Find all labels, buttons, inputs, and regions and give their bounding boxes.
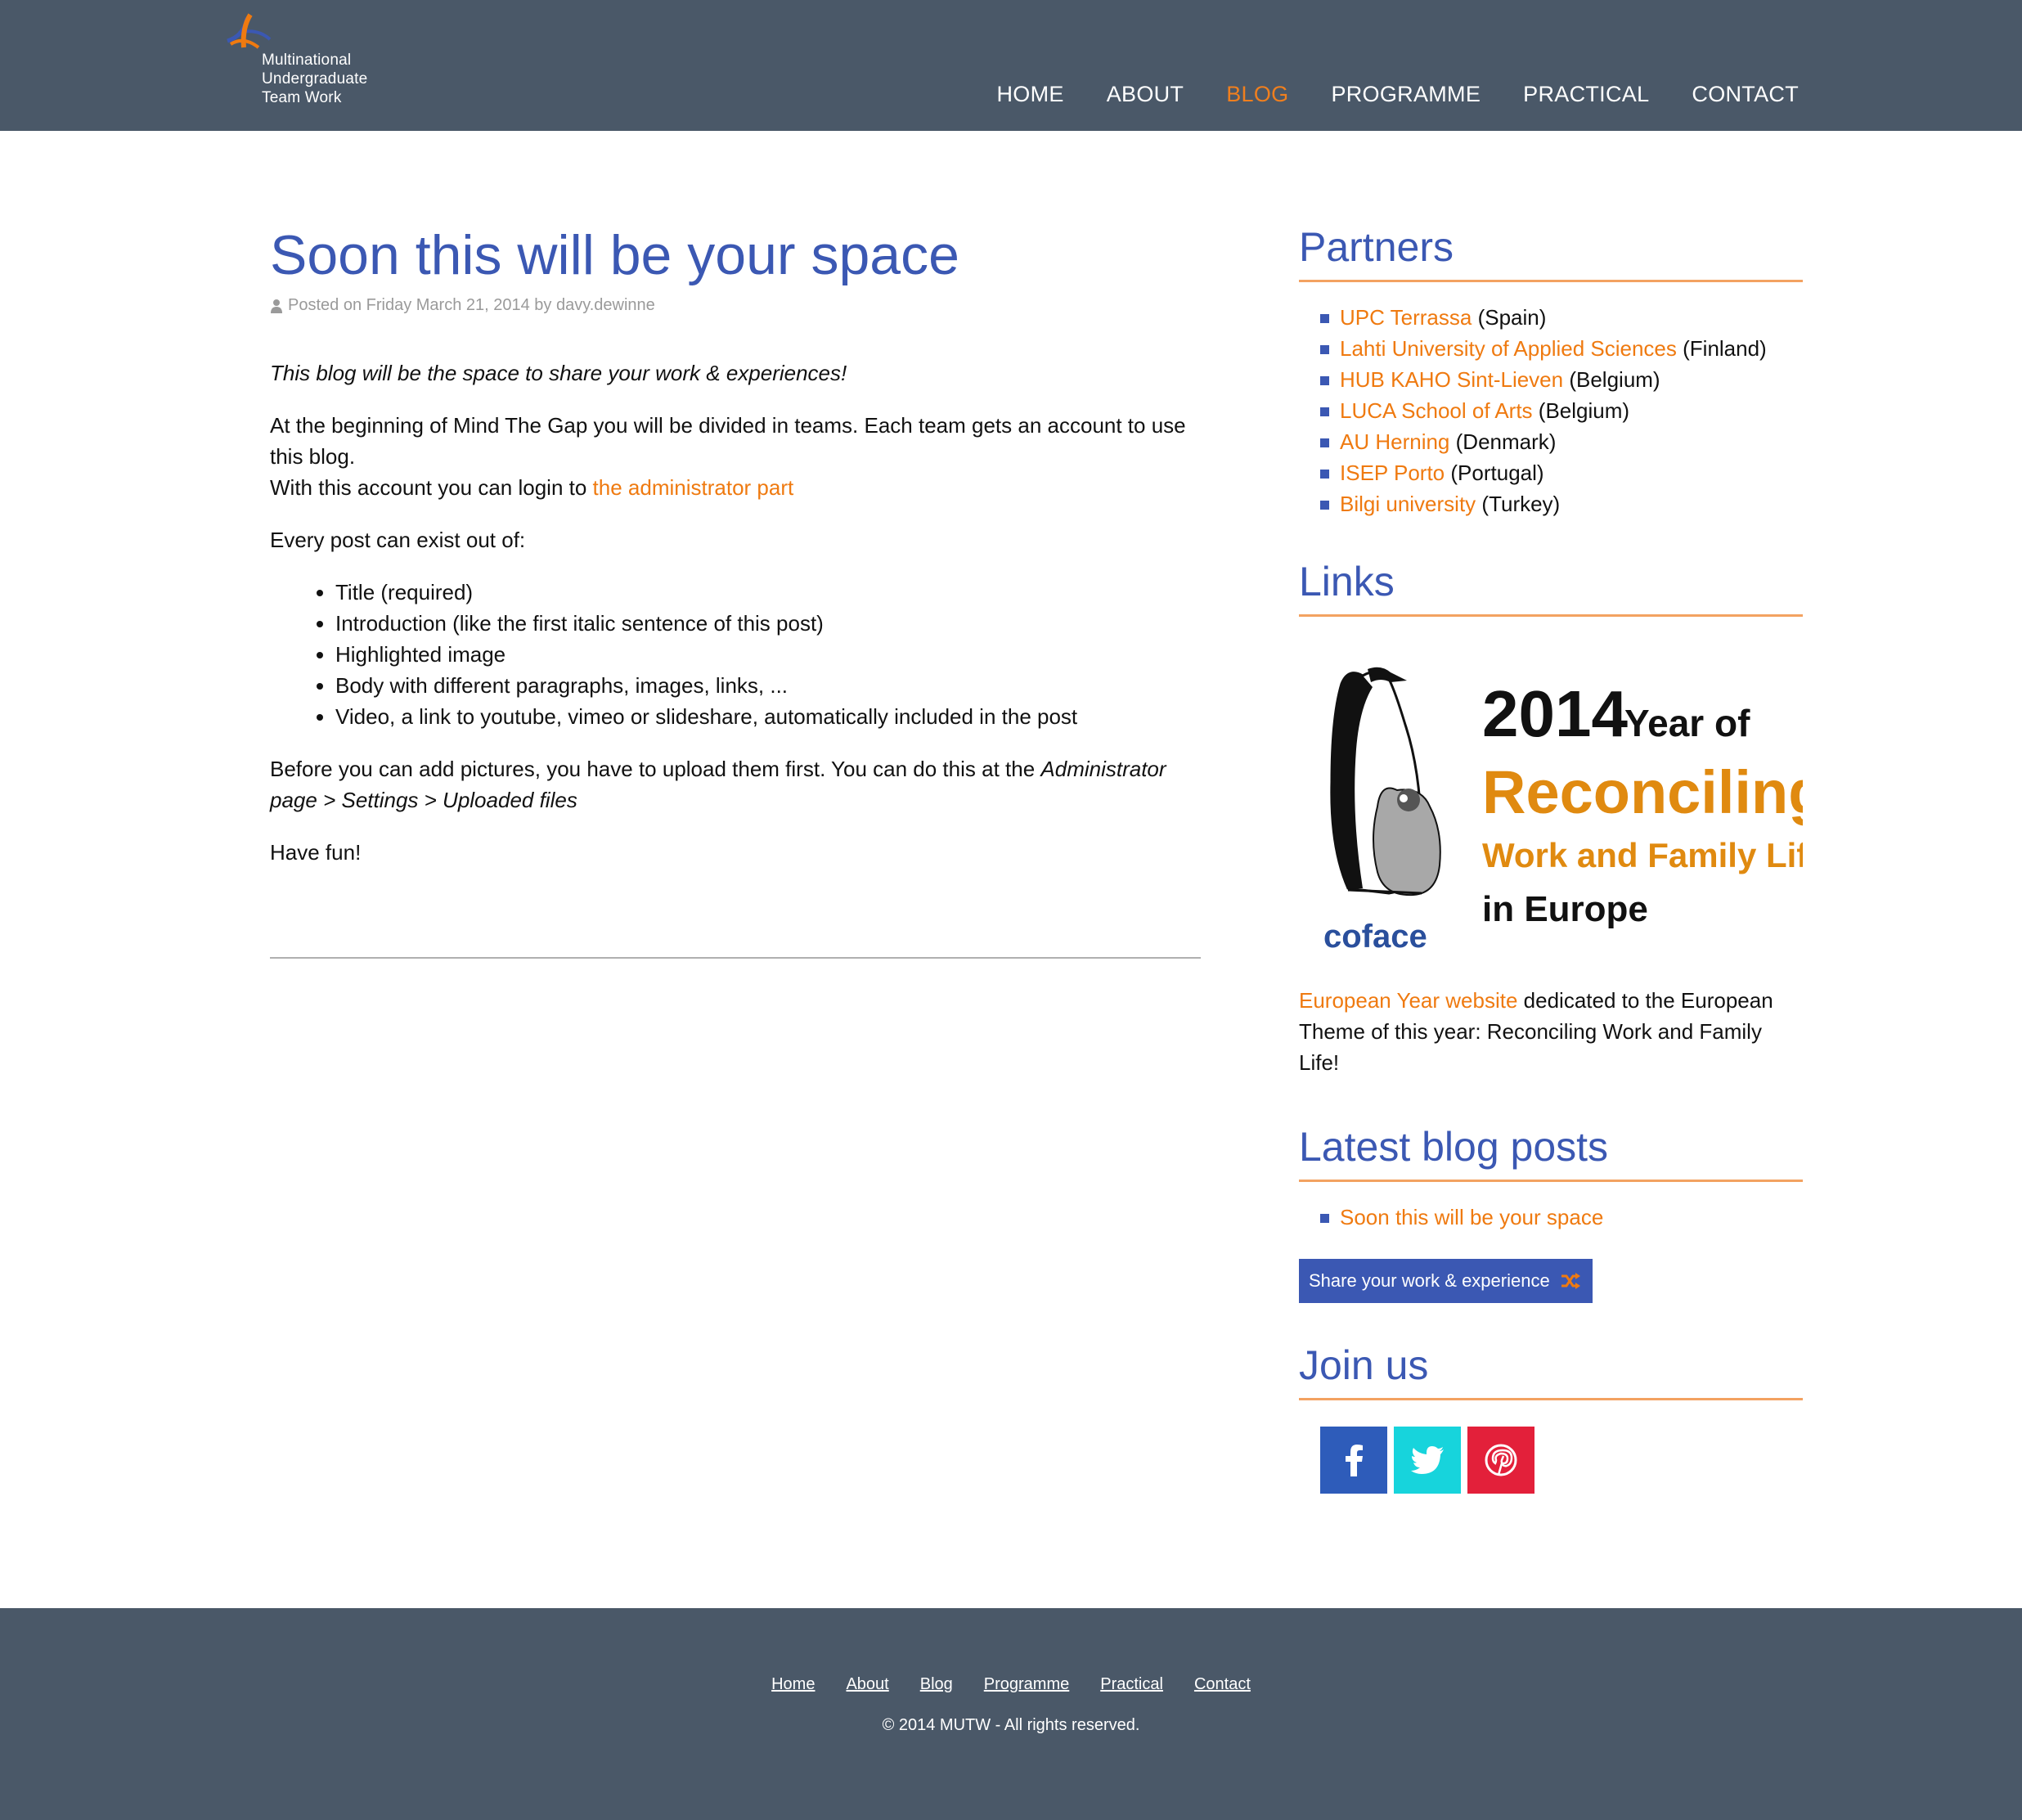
main-nav: HOME ABOUT BLOG PROGRAMME PRACTICAL CONT… xyxy=(997,82,1800,107)
banner-year-of: Year of xyxy=(1624,702,1750,744)
footer-link-contact[interactable]: Contact xyxy=(1194,1675,1251,1694)
list-item: Title (required) xyxy=(335,577,1202,608)
banner-work-family: Work and Family Life xyxy=(1482,836,1803,874)
nav-contact[interactable]: CONTACT xyxy=(1692,82,1799,107)
footer-link-blog[interactable]: Blog xyxy=(920,1675,953,1694)
list-item: Video, a link to youtube, vimeo or slide… xyxy=(335,701,1202,732)
paragraph-text: With this account you can login to xyxy=(270,475,593,500)
latest-post-link[interactable]: Soon this will be your space xyxy=(1340,1205,1603,1229)
partner-country: (Belgium) xyxy=(1569,367,1660,392)
logo-line: Multinational xyxy=(262,52,352,69)
list-item: Body with different paragraphs, images, … xyxy=(335,670,1202,701)
share-button-label: Share your work & experience xyxy=(1309,1270,1550,1291)
paragraph-text: Have fun! xyxy=(270,840,362,865)
copyright: © 2014 MUTW - All rights reserved. xyxy=(882,1716,1140,1734)
pinterest-icon[interactable] xyxy=(1467,1427,1534,1494)
partner-country: (Spain) xyxy=(1477,305,1547,330)
links-heading: Links xyxy=(1299,555,1803,617)
footer-link-home[interactable]: Home xyxy=(771,1675,815,1694)
banner-in-europe: in Europe xyxy=(1482,889,1648,929)
partner-country: (Finland) xyxy=(1683,336,1767,361)
footer-link-practical[interactable]: Practical xyxy=(1100,1675,1163,1694)
post-meta-text: Posted on Friday March 21, 2014 by davy.… xyxy=(288,296,655,314)
post-title: Soon this will be your space xyxy=(270,224,959,286)
paragraph-text: Every post can exist out of: xyxy=(270,528,526,552)
penguin-illustration: coface 2014 Year of Reconciling Work and… xyxy=(1323,667,1827,955)
partner-country: (Portugal) xyxy=(1450,461,1544,485)
footer-nav: Home About Blog Programme Practical Cont… xyxy=(0,1675,2022,1694)
partner-link[interactable]: Lahti University of Applied Sciences xyxy=(1340,336,1677,361)
join-us-heading: Join us xyxy=(1299,1339,1803,1400)
european-year-link[interactable]: European Year website xyxy=(1299,988,1517,1013)
post-bullet-list: Title (required) Introduction (like the … xyxy=(270,577,1202,732)
partner-item: Bilgi university (Turkey) xyxy=(1320,488,1803,519)
paragraph-text: Before you can add pictures, you have to… xyxy=(270,757,1041,781)
partner-link[interactable]: UPC Terrassa xyxy=(1340,305,1472,330)
post-divider xyxy=(270,957,1201,959)
latest-post-item: Soon this will be your space xyxy=(1320,1202,1803,1233)
user-icon xyxy=(271,299,282,313)
latest-posts-list: Soon this will be your space xyxy=(1299,1202,1803,1233)
partner-country: (Belgium) xyxy=(1538,398,1630,423)
european-year-banner[interactable]: coface 2014 Year of Reconciling Work and… xyxy=(1299,651,1827,962)
paragraph-text: At the beginning of Mind The Gap you wil… xyxy=(270,413,1186,469)
logo-line: Team Work xyxy=(262,89,342,106)
site-logo[interactable]: Multinational Undergraduate Team Work xyxy=(219,11,399,110)
list-item: Introduction (like the first italic sent… xyxy=(335,608,1202,639)
banner-reconciling: Reconciling xyxy=(1482,758,1803,826)
partner-item: UPC Terrassa (Spain) xyxy=(1320,302,1803,333)
list-item: Highlighted image xyxy=(335,639,1202,670)
facebook-icon[interactable] xyxy=(1320,1427,1387,1494)
partner-country: (Denmark) xyxy=(1455,429,1557,454)
logo-text: Multinational Undergraduate Team Work xyxy=(262,51,367,107)
admin-link[interactable]: the administrator part xyxy=(593,475,794,500)
nav-programme[interactable]: PROGRAMME xyxy=(1331,82,1481,107)
nav-about[interactable]: ABOUT xyxy=(1107,82,1184,107)
sidebar: Partners UPC Terrassa (Spain) Lahti Univ… xyxy=(1299,221,1827,1494)
partner-link[interactable]: LUCA School of Arts xyxy=(1340,398,1533,423)
partners-list: UPC Terrassa (Spain) Lahti University of… xyxy=(1299,302,1803,519)
partner-item: AU Herning (Denmark) xyxy=(1320,426,1803,457)
blog-post: Soon this will be your space Posted on F… xyxy=(270,221,1202,889)
footer-link-about[interactable]: About xyxy=(846,1675,888,1694)
footer-link-programme[interactable]: Programme xyxy=(984,1675,1069,1694)
partner-country: (Turkey) xyxy=(1481,492,1561,516)
partner-item: Lahti University of Applied Sciences (Fi… xyxy=(1320,333,1803,364)
nav-practical[interactable]: PRACTICAL xyxy=(1523,82,1649,107)
site-footer: Home About Blog Programme Practical Cont… xyxy=(0,1608,2022,1820)
partner-link[interactable]: Bilgi university xyxy=(1340,492,1476,516)
post-body: This blog will be the space to share you… xyxy=(270,357,1202,868)
nav-blog[interactable]: BLOG xyxy=(1226,82,1288,107)
partners-heading: Partners xyxy=(1299,221,1803,282)
partner-item: ISEP Porto (Portugal) xyxy=(1320,457,1803,488)
partner-item: LUCA School of Arts (Belgium) xyxy=(1320,395,1803,426)
social-links xyxy=(1320,1427,1803,1494)
european-year-description: European Year website dedicated to the E… xyxy=(1299,985,1803,1078)
banner-year: 2014 xyxy=(1482,677,1628,750)
post-intro: This blog will be the space to share you… xyxy=(270,361,847,385)
site-header: Multinational Undergraduate Team Work HO… xyxy=(0,0,2022,131)
twitter-icon[interactable] xyxy=(1394,1427,1461,1494)
partner-link[interactable]: ISEP Porto xyxy=(1340,461,1445,485)
partner-item: HUB KAHO Sint-Lieven (Belgium) xyxy=(1320,364,1803,395)
logo-line: Undergraduate xyxy=(262,70,368,88)
share-work-button[interactable]: Share your work & experience xyxy=(1299,1259,1593,1303)
shuffle-icon xyxy=(1561,1273,1580,1289)
latest-posts-heading: Latest blog posts xyxy=(1299,1121,1803,1182)
coface-logo: coface xyxy=(1323,919,1427,955)
partner-link[interactable]: HUB KAHO Sint-Lieven xyxy=(1340,367,1563,392)
post-meta: Posted on Friday March 21, 2014 by davy.… xyxy=(270,296,1202,315)
nav-home[interactable]: HOME xyxy=(997,82,1064,107)
partner-link[interactable]: AU Herning xyxy=(1340,429,1449,454)
